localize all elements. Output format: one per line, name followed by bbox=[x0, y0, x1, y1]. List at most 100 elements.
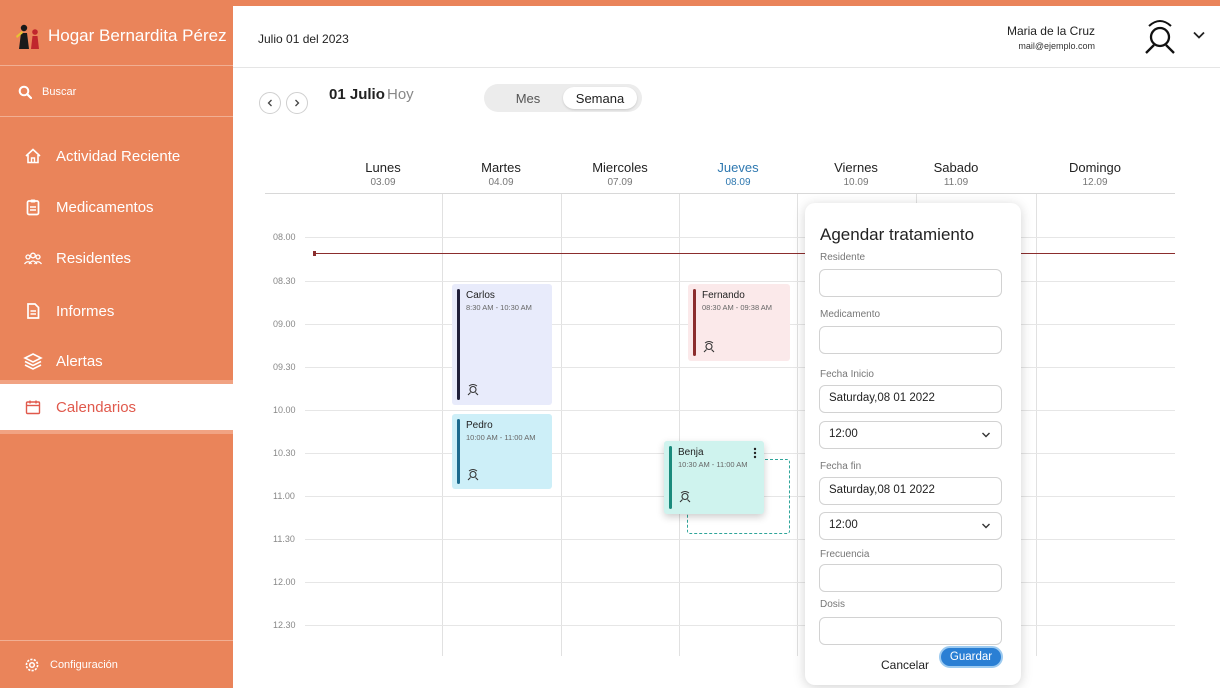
user-name: Maria de la Cruz bbox=[1006, 24, 1095, 38]
grid-row-line bbox=[305, 281, 1175, 282]
event-time: 08:30 AM - 09:38 AM bbox=[702, 303, 773, 312]
app-root: Hogar Bernardita Pérez Buscar Actividad … bbox=[0, 0, 1220, 688]
event-card-benja[interactable]: Benja 10:30 AM - 11:00 AM bbox=[664, 441, 764, 514]
day-header-sabado[interactable]: Sabado 11.09 bbox=[897, 160, 1015, 188]
sidebar-item-residentes[interactable]: Residentes bbox=[0, 234, 233, 282]
brand[interactable]: Hogar Bernardita Pérez bbox=[0, 6, 233, 66]
people-icon bbox=[22, 247, 44, 269]
prev-week-button[interactable] bbox=[259, 92, 281, 114]
save-button[interactable]: Guardar bbox=[939, 646, 1003, 668]
grid-row-line bbox=[305, 539, 1175, 540]
event-color-bar bbox=[669, 446, 672, 509]
dose-label: Dosis bbox=[820, 599, 846, 610]
end-date-label: Fecha fin bbox=[820, 461, 862, 472]
clipboard-icon bbox=[22, 196, 44, 218]
resident-icon bbox=[467, 469, 479, 481]
sidebar-item-informes[interactable]: Informes bbox=[0, 287, 233, 335]
view-toggle: Mes Semana bbox=[484, 84, 642, 112]
chevron-left-icon bbox=[267, 99, 272, 107]
day-name: Domingo bbox=[1068, 160, 1122, 175]
day-name: Sabado bbox=[933, 160, 979, 175]
time-label: 12.00 bbox=[273, 577, 296, 587]
dose-input[interactable] bbox=[819, 617, 1002, 645]
event-card-carlos[interactable]: Carlos 8:30 AM - 10:30 AM bbox=[452, 284, 552, 405]
time-label: 11.00 bbox=[273, 491, 295, 501]
start-date-label: Fecha Inicio bbox=[820, 369, 874, 380]
grid-column-line bbox=[797, 194, 798, 656]
event-color-bar bbox=[457, 419, 460, 484]
event-card-fernando[interactable]: Fernando 08:30 AM - 09:38 AM bbox=[688, 284, 790, 361]
search-button[interactable]: Buscar bbox=[0, 67, 233, 117]
start-time-select[interactable]: 12:00 bbox=[819, 421, 1002, 449]
today-button[interactable]: Hoy bbox=[387, 86, 414, 103]
view-week-option[interactable]: Semana bbox=[563, 87, 637, 109]
end-date-input[interactable]: Saturday,08 01 2022 bbox=[819, 477, 1002, 505]
resident-icon bbox=[467, 384, 479, 396]
more-options-icon[interactable] bbox=[753, 447, 757, 459]
event-card-pedro[interactable]: Pedro 10:00 AM - 11:00 AM bbox=[452, 414, 552, 489]
avatar-icon[interactable] bbox=[1140, 18, 1180, 58]
time-label: 10.00 bbox=[273, 405, 296, 415]
current-date: 01 Julio bbox=[329, 86, 385, 103]
medication-input[interactable] bbox=[819, 326, 1002, 354]
grid-column-line bbox=[442, 194, 443, 656]
sidebar-item-medicamentos[interactable]: Medicamentos bbox=[0, 183, 233, 231]
event-title: Benja bbox=[678, 447, 704, 458]
time-label: 09.30 bbox=[273, 362, 296, 372]
frequency-label: Frecuencia bbox=[820, 549, 870, 560]
grid-row-line bbox=[305, 237, 1175, 238]
grid-column-line bbox=[1036, 194, 1037, 656]
sidebar-item-label: Informes bbox=[56, 302, 115, 320]
event-title: Pedro bbox=[466, 420, 493, 431]
time-label: 09.00 bbox=[273, 319, 296, 329]
time-label: 11.30 bbox=[273, 534, 295, 544]
medication-label: Medicamento bbox=[820, 309, 881, 320]
end-time-select[interactable]: 12:00 bbox=[819, 512, 1002, 540]
search-label: Buscar bbox=[42, 85, 77, 98]
cancel-button[interactable]: Cancelar bbox=[877, 655, 933, 675]
day-header-jueves[interactable]: Jueves 08.09 bbox=[679, 160, 797, 188]
search-icon bbox=[18, 85, 32, 99]
settings-label: Configuración bbox=[50, 658, 118, 671]
day-header-lunes[interactable]: Lunes 03.09 bbox=[324, 160, 442, 188]
grid-row-line bbox=[305, 582, 1175, 583]
start-date-input[interactable]: Saturday,08 01 2022 bbox=[819, 385, 1002, 413]
sidebar-item-calendarios[interactable]: Calendarios bbox=[0, 380, 233, 434]
layers-icon bbox=[22, 350, 44, 372]
day-name: Lunes bbox=[365, 160, 401, 175]
chevron-down-icon bbox=[982, 432, 990, 438]
sidebar-item-label: Calendarios bbox=[56, 398, 137, 416]
time-label: 08.00 bbox=[273, 232, 296, 242]
resident-input[interactable] bbox=[819, 269, 1002, 297]
resident-label: Residente bbox=[820, 252, 866, 263]
time-label: 10.30 bbox=[273, 448, 296, 458]
top-header: Julio 01 del 2023 Maria de la Cruz mail@… bbox=[233, 6, 1220, 68]
header-date: Julio 01 del 2023 bbox=[258, 32, 349, 46]
day-name: Martes bbox=[481, 160, 521, 175]
next-week-button[interactable] bbox=[286, 92, 308, 114]
header-divider bbox=[265, 193, 1175, 194]
current-time-line bbox=[315, 253, 1175, 254]
grid-row-line bbox=[305, 367, 1175, 368]
settings-button[interactable]: Configuración bbox=[0, 640, 233, 688]
sidebar-item-label: Actividad Reciente bbox=[56, 147, 181, 165]
sidebar-item-label: Residentes bbox=[56, 249, 132, 267]
day-header-martes[interactable]: Martes 04.09 bbox=[442, 160, 560, 188]
chevron-down-icon[interactable] bbox=[1192, 28, 1206, 42]
chevron-right-icon bbox=[295, 99, 300, 107]
time-label: 12.30 bbox=[273, 620, 296, 630]
view-month-option[interactable]: Mes bbox=[494, 87, 562, 109]
event-color-bar bbox=[693, 289, 696, 356]
frequency-input[interactable] bbox=[819, 564, 1002, 592]
sidebar-item-alertas[interactable]: Alertas bbox=[0, 337, 233, 385]
grid-row-line bbox=[305, 410, 1175, 411]
sidebar-item-label: Medicamentos bbox=[56, 198, 154, 216]
start-time-value: 12:00 bbox=[829, 428, 858, 440]
chevron-down-icon bbox=[982, 523, 990, 529]
day-date: 03.09 bbox=[370, 177, 396, 188]
day-header-miercoles[interactable]: Miercoles 07.09 bbox=[561, 160, 679, 188]
user-email: mail@ejemplo.com bbox=[1018, 41, 1095, 51]
event-time: 10:30 AM - 11:00 AM bbox=[678, 460, 748, 469]
sidebar-item-actividad-reciente[interactable]: Actividad Reciente bbox=[0, 132, 233, 180]
day-header-domingo[interactable]: Domingo 12.09 bbox=[1036, 160, 1154, 188]
